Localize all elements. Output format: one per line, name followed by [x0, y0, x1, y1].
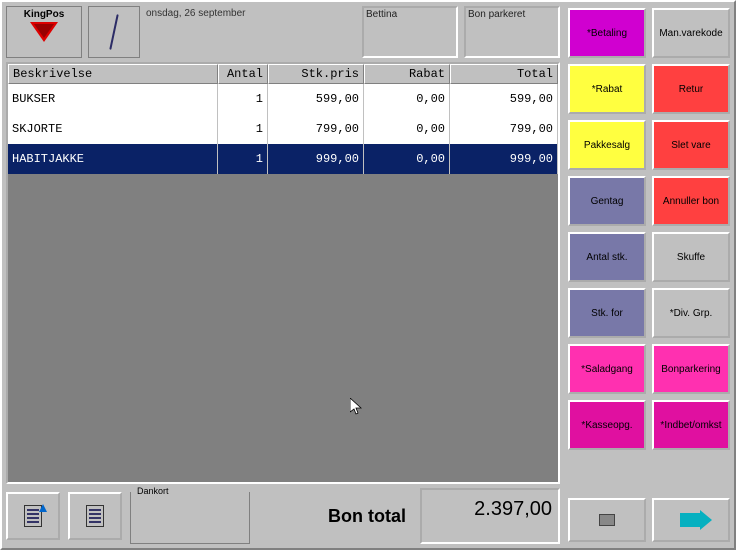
signature-box: [88, 6, 140, 58]
button-row: *SaladgangBonparkering: [568, 344, 730, 394]
pos-button--rabat[interactable]: *Rabat: [568, 64, 646, 114]
user-field: Bettina: [362, 6, 458, 58]
logo: KingPos: [6, 6, 82, 58]
pos-button--kasseopg-[interactable]: *Kasseopg.: [568, 400, 646, 450]
document-icon: [86, 505, 104, 527]
cell-desc: HABITJAKKE: [8, 144, 218, 174]
receipt-button[interactable]: [68, 492, 122, 540]
button-row: *RabatRetur: [568, 64, 730, 114]
button-row: Antal stk.Skuffe: [568, 232, 730, 282]
status-field: Bon parkeret: [464, 6, 560, 58]
pos-button--saladgang[interactable]: *Saladgang: [568, 344, 646, 394]
receipt-icon-button[interactable]: [568, 498, 646, 542]
pos-button-gentag[interactable]: Gentag: [568, 176, 646, 226]
pos-button--betaling[interactable]: *Betaling: [568, 8, 646, 58]
pos-button-antal-stk-[interactable]: Antal stk.: [568, 232, 646, 282]
col-rabat: Rabat: [364, 64, 450, 84]
cell-qty: 1: [218, 144, 268, 174]
document-icon: [24, 505, 42, 527]
cell-total: 799,00: [450, 114, 558, 144]
proceed-button[interactable]: [652, 498, 730, 542]
pos-button--indbet-omkst[interactable]: *Indbet/omkst: [652, 400, 730, 450]
table-row[interactable]: HABITJAKKE1999,000,00999,00: [8, 144, 558, 174]
table-header: Beskrivelse Antal Stk.pris Rabat Total: [8, 64, 558, 84]
date-area: onsdag, 26 september: [146, 6, 356, 58]
pos-button-retur[interactable]: Retur: [652, 64, 730, 114]
app-name: KingPos: [24, 9, 65, 20]
cell-qty: 1: [218, 114, 268, 144]
pos-button-man-varekode[interactable]: Man.varekode: [652, 8, 730, 58]
cell-qty: 1: [218, 84, 268, 114]
cell-rabat: 0,00: [364, 144, 450, 174]
pos-button-slet-vare[interactable]: Slet vare: [652, 120, 730, 170]
cell-total: 999,00: [450, 144, 558, 174]
pos-button-annuller-bon[interactable]: Annuller bon: [652, 176, 730, 226]
bottom-icon-row: [568, 498, 730, 542]
button-row: *BetalingMan.varekode: [568, 8, 730, 58]
right-button-panel: *BetalingMan.varekode*RabatReturPakkesal…: [564, 2, 734, 548]
signature-icon: [109, 14, 118, 50]
button-row: *Kasseopg.*Indbet/omkst: [568, 400, 730, 450]
cell-price: 799,00: [268, 114, 364, 144]
pos-button-pakkesalg[interactable]: Pakkesalg: [568, 120, 646, 170]
col-price: Stk.pris: [268, 64, 364, 84]
status-label: Bon parkeret: [466, 8, 558, 21]
total-value: 2.397,00: [420, 488, 560, 544]
button-row: GentagAnnuller bon: [568, 176, 730, 226]
cell-desc: BUKSER: [8, 84, 218, 114]
table-row[interactable]: SKJORTE1799,000,00799,00: [8, 114, 558, 144]
cell-rabat: 0,00: [364, 114, 450, 144]
cell-price: 599,00: [268, 84, 364, 114]
pos-button-stk-for[interactable]: Stk. for: [568, 288, 646, 338]
receipt-icon: [599, 514, 615, 526]
cell-desc: SKJORTE: [8, 114, 218, 144]
line-items-table: Beskrivelse Antal Stk.pris Rabat Total B…: [6, 62, 560, 484]
pos-button-bonparkering[interactable]: Bonparkering: [652, 344, 730, 394]
cell-rabat: 0,00: [364, 84, 450, 114]
top-bar: KingPos onsdag, 26 september Bettina Bon…: [6, 6, 560, 58]
bottom-bar: Bon total 2.397,00: [6, 488, 560, 544]
col-qty: Antal: [218, 64, 268, 84]
button-row: Stk. for*Div. Grp.: [568, 288, 730, 338]
table-body: BUKSER1599,000,00599,00SKJORTE1799,000,0…: [8, 84, 558, 174]
receipt-up-button[interactable]: [6, 492, 60, 540]
left-pane: KingPos onsdag, 26 september Bettina Bon…: [2, 2, 564, 548]
arrow-right-icon: [680, 513, 702, 527]
button-row: PakkesalgSlet vare: [568, 120, 730, 170]
cell-price: 999,00: [268, 144, 364, 174]
user-label: Bettina: [364, 8, 456, 21]
col-desc: Beskrivelse: [8, 64, 218, 84]
total-label: Bon total: [258, 488, 412, 544]
cell-total: 599,00: [450, 84, 558, 114]
col-total: Total: [450, 64, 558, 84]
table-row[interactable]: BUKSER1599,000,00599,00: [8, 84, 558, 114]
pos-button--div-grp-[interactable]: *Div. Grp.: [652, 288, 730, 338]
pos-button-skuffe[interactable]: Skuffe: [652, 232, 730, 282]
payment-group: [130, 492, 250, 544]
date-text: onsdag, 26 september: [146, 8, 356, 19]
pos-window: KingPos onsdag, 26 september Bettina Bon…: [0, 0, 736, 550]
logo-triangle-icon: [30, 22, 58, 42]
